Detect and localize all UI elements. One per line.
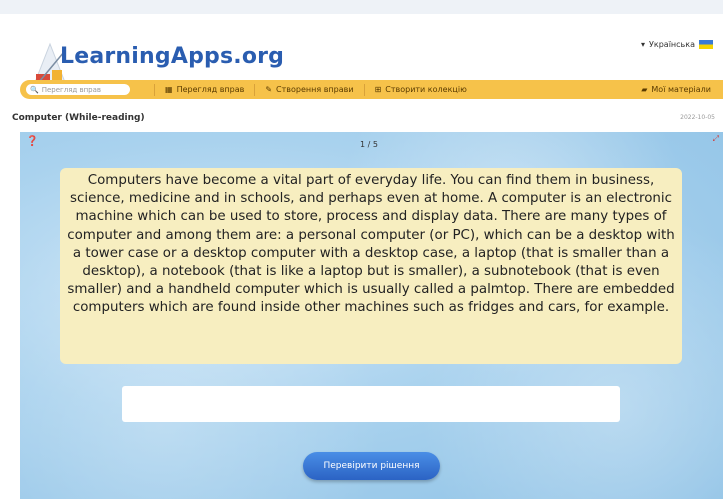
search-placeholder: Перегляд вправ	[41, 85, 102, 94]
language-selector[interactable]: ▾ Українська	[641, 40, 713, 49]
top-strip	[0, 0, 723, 14]
search-icon: 🔍	[30, 85, 39, 94]
main-toolbar: 🔍 Перегляд вправ ▦ Перегляд вправ ✎ Ство…	[20, 80, 723, 99]
browse-exercises-button[interactable]: ▦ Перегляд вправ	[154, 83, 254, 96]
folder-icon: ▰	[641, 85, 648, 94]
fullscreen-icon[interactable]: ⤢	[713, 134, 719, 144]
logo-text[interactable]: LearningApps.org	[60, 44, 284, 69]
language-label: Українська	[649, 40, 695, 49]
exercise-date: 2022-10-05	[680, 114, 715, 121]
page-counter: 1 / 5	[360, 140, 378, 149]
answer-field[interactable]	[122, 386, 620, 422]
check-solution-button[interactable]: Перевірити рішення	[303, 452, 440, 480]
hint-icon[interactable]: ❓	[26, 136, 38, 147]
collection-label: Створити колекцію	[385, 85, 467, 94]
search-input[interactable]: 🔍 Перегляд вправ	[26, 84, 130, 95]
browse-label: Перегляд вправ	[176, 85, 245, 94]
site-header: LearningApps.org ▾ Українська	[0, 14, 723, 91]
grid-icon: ▦	[165, 85, 173, 94]
materials-label: Мої матеріали	[651, 85, 711, 94]
flag-icon	[699, 40, 713, 49]
pencil-icon: ✎	[265, 85, 273, 94]
reading-text: Computers have become a vital part of ev…	[60, 168, 682, 364]
create-collection-button[interactable]: ⊞ Створити колекцію	[363, 83, 477, 96]
create-label: Створення вправи	[276, 85, 354, 94]
my-materials-button[interactable]: ▰ Мої матеріали	[641, 85, 723, 94]
exercise-stage: ❓ 1 / 5 ⤢ Computers have become a vital …	[20, 132, 723, 499]
exercise-title: Computer (While-reading)	[12, 113, 145, 123]
exercise-titlebar: Computer (While-reading) 2022-10-05	[0, 110, 723, 130]
create-exercise-button[interactable]: ✎ Створення вправи	[254, 83, 363, 96]
chevron-down-icon: ▾	[640, 40, 645, 49]
collection-icon: ⊞	[374, 85, 382, 94]
